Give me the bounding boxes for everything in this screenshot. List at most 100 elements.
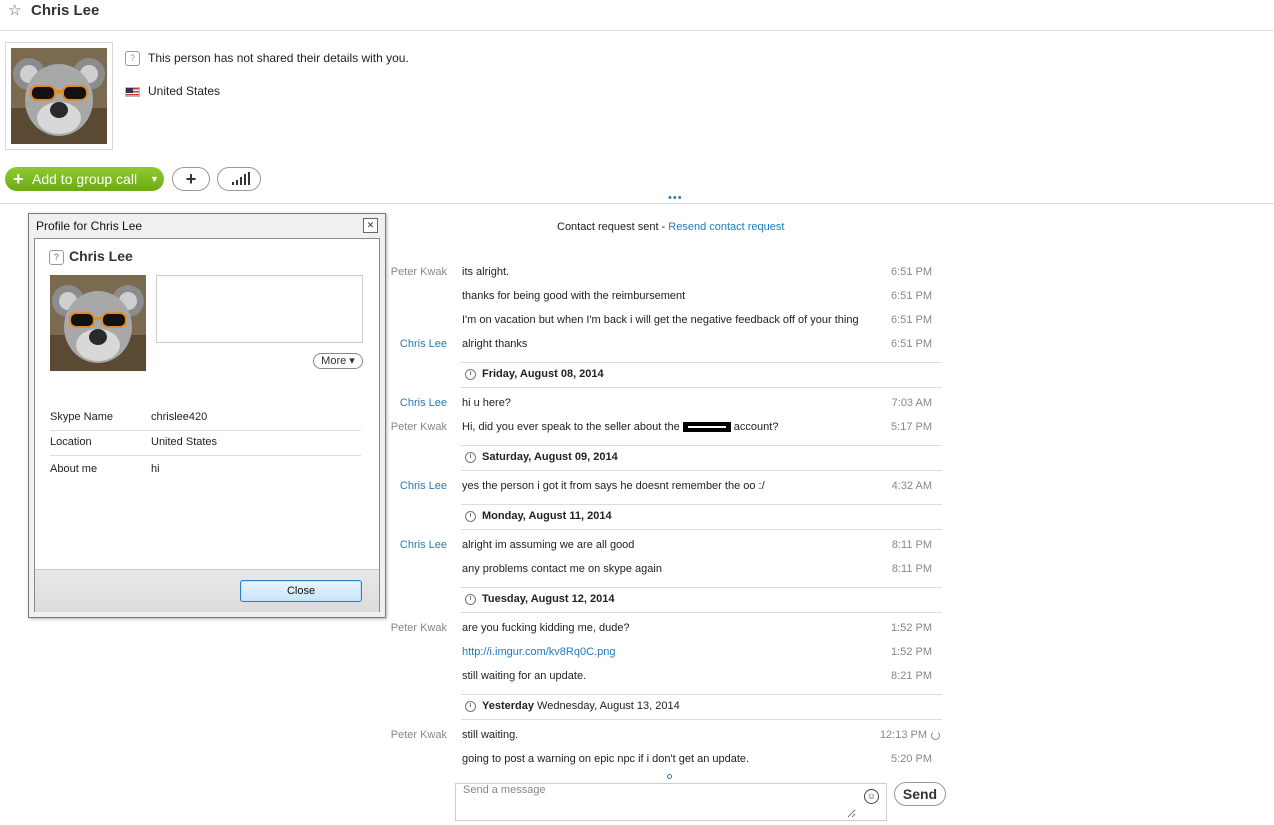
chat-message[interactable]: Chris Lee hi u here? 7:03 AM (390, 391, 945, 415)
message-time: 7:03 AM (891, 397, 932, 409)
plus-icon: + (13, 169, 24, 189)
message-time: 6:51 PM (891, 266, 932, 278)
chat-message[interactable]: Chris Lee yes the person i got it from s… (390, 474, 945, 498)
message-sender: Peter Kwak (390, 266, 447, 278)
chat-message[interactable]: Chris Lee alright im assuming we are all… (390, 533, 945, 557)
message-time: 5:17 PM (891, 421, 932, 433)
close-icon[interactable]: ✕ (363, 218, 378, 233)
clock-icon (465, 510, 476, 522)
message-sender: Chris Lee (399, 480, 447, 492)
message-sender: Chris Lee (399, 539, 447, 551)
message-sender: Chris Lee (399, 338, 447, 350)
clock-icon (465, 700, 476, 712)
profile-avatar-image (50, 275, 146, 371)
profile-dialog: Profile for Chris Lee ✕ ? Chris Lee More … (28, 213, 386, 618)
clock-icon (465, 368, 476, 380)
chat-message[interactable]: Peter Kwak Hi, did you ever speak to the… (390, 415, 945, 439)
close-button[interactable]: Close (240, 580, 362, 602)
message-text: http://i.imgur.com/kv8Rq0C.png (462, 640, 615, 664)
chat-message[interactable]: I'm on vacation but when I'm back i will… (390, 308, 945, 332)
mood-message-box (156, 275, 363, 343)
day-separator: Friday, August 08, 2014 (461, 362, 942, 388)
profile-name: ? Chris Lee (49, 248, 133, 265)
message-input[interactable] (456, 784, 856, 818)
chat-message[interactable]: thanks for being good with the reimburse… (390, 284, 945, 308)
contact-request-status: Contact request sent - Resend contact re… (557, 221, 785, 233)
chat-message[interactable]: Peter Kwak its alright. 6:51 PM (390, 260, 945, 284)
message-time: 6:51 PM (891, 290, 932, 302)
conversation-header (0, 0, 1274, 31)
message-time: 1:52 PM (891, 622, 932, 634)
message-time: 8:11 PM (891, 563, 932, 575)
dialog-footer: Close (35, 569, 379, 612)
dialog-title: Profile for Chris Lee (36, 219, 143, 233)
message-time: 12:13 PM (880, 723, 940, 747)
question-icon: ? (49, 249, 64, 265)
divider (0, 203, 1274, 204)
message-text: yes the person i got it from says he doe… (462, 480, 765, 492)
field-skype-name: Skype Name chrislee420 (50, 404, 361, 431)
redacted-block (682, 422, 731, 433)
add-to-group-call-button[interactable]: + Add to group call ▼ (5, 167, 164, 191)
signal-bars-icon (232, 182, 234, 185)
message-text: Hi, did you ever speak to the seller abo… (462, 421, 779, 433)
sending-spinner-icon (931, 730, 940, 740)
dialog-body: ? Chris Lee More ▾ Skype Name chrislee420… (34, 238, 380, 612)
composer-resize-handle[interactable] (667, 774, 672, 779)
chat-message[interactable]: going to post a warning on epic npc if i… (390, 747, 945, 771)
message-sender: Peter Kwak (390, 421, 447, 433)
chat-message[interactable]: any problems contact me on skype again 8… (390, 557, 945, 581)
clock-icon (465, 451, 476, 463)
contact-avatar[interactable] (5, 42, 113, 150)
message-text: its alright. (462, 266, 510, 278)
more-button[interactable]: More ▾ (313, 353, 363, 369)
send-button[interactable]: Send (894, 782, 946, 806)
message-text: any problems contact me on skype again (462, 563, 662, 575)
message-text: alright im assuming we are all good (462, 539, 635, 551)
day-separator: Monday, August 11, 2014 (461, 504, 942, 530)
message-sender: Peter Kwak (390, 729, 447, 741)
clock-icon (465, 593, 476, 605)
message-text: still waiting for an update. (462, 670, 587, 682)
add-people-button[interactable]: + (172, 167, 210, 191)
message-time: 1:52 PM (891, 646, 932, 658)
chat-message[interactable]: still waiting for an update. 8:21 PM (390, 664, 945, 688)
chevron-down-icon: ▾ (349, 355, 355, 367)
message-time: 6:51 PM (891, 338, 932, 350)
field-location: Location United States (50, 429, 361, 456)
message-link[interactable]: http://i.imgur.com/kv8Rq0C.png (462, 646, 615, 658)
chat-message[interactable]: Peter Kwak are you fucking kidding me, d… (390, 616, 945, 640)
details-notice: ? This person has not shared their detail… (125, 50, 409, 67)
message-text: going to post a warning on epic npc if i… (462, 753, 750, 765)
message-sender: Chris Lee (399, 397, 447, 409)
dropdown-caret-icon: ▼ (150, 174, 159, 184)
field-about-me: About me hi (50, 463, 160, 475)
day-separator: Saturday, August 09, 2014 (461, 445, 942, 471)
message-text: are you fucking kidding me, dude? (462, 622, 630, 634)
message-time: 4:32 AM (891, 480, 932, 492)
message-time: 6:51 PM (891, 314, 932, 326)
message-time: 8:21 PM (891, 670, 932, 682)
question-icon: ? (125, 51, 140, 67)
chat-message[interactable]: Peter Kwak still waiting. 12:13 PM (390, 723, 945, 747)
message-text: I'm on vacation but when I'm back i will… (462, 314, 859, 326)
day-separator: Yesterday Wednesday, August 13, 2014 (461, 694, 942, 720)
contact-country: United States (125, 83, 220, 99)
call-quality-button[interactable] (217, 167, 261, 191)
koala-avatar-image (11, 48, 107, 144)
chat-message[interactable]: Chris Lee alright thanks 6:51 PM (390, 332, 945, 356)
chat-message[interactable]: http://i.imgur.com/kv8Rq0C.png 1:52 PM (390, 640, 945, 664)
message-sender: Peter Kwak (390, 622, 447, 634)
message-text: thanks for being good with the reimburse… (462, 290, 686, 302)
message-text: alright thanks (462, 338, 528, 350)
message-time: 5:20 PM (891, 753, 932, 765)
message-composer: ☺ (455, 783, 887, 821)
message-text: still waiting. (462, 729, 519, 741)
message-time: 8:11 PM (891, 539, 932, 551)
favorite-star-icon[interactable]: ☆ (8, 2, 21, 20)
day-separator: Tuesday, August 12, 2014 (461, 587, 942, 613)
resend-contact-request-link[interactable]: Resend contact request (668, 221, 784, 233)
emoticon-icon[interactable]: ☺ (864, 789, 879, 804)
message-text: hi u here? (462, 397, 511, 409)
contact-title: Chris Lee (31, 2, 100, 19)
